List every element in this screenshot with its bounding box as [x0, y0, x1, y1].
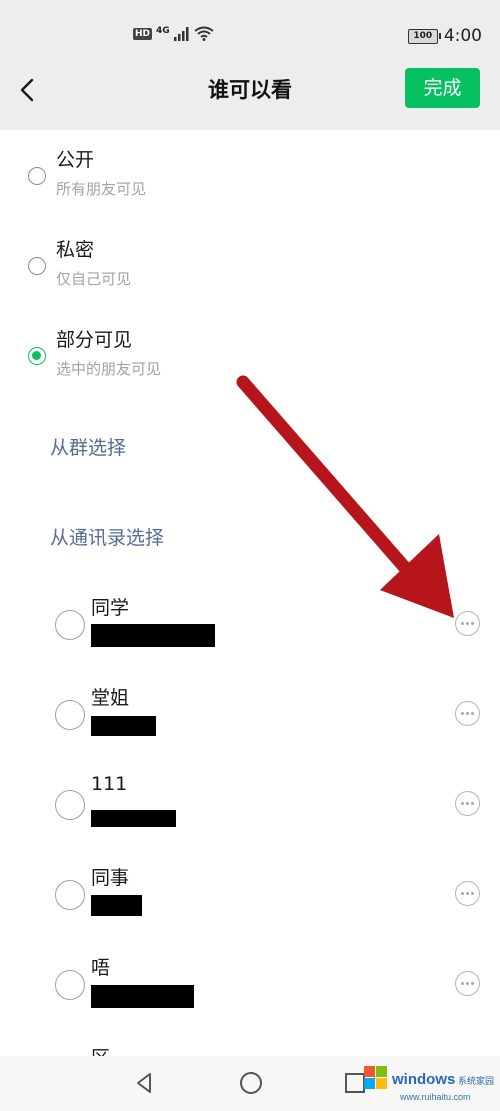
- visibility-settings-panel: 公开 所有朋友可见 私密 仅自己可见 部分可见 选中的朋友可见 从群选择 从通讯…: [0, 130, 500, 1056]
- more-options-icon[interactable]: [455, 611, 480, 636]
- select-from-group-link[interactable]: 从群选择: [50, 433, 126, 460]
- tag-name: 堂姐: [91, 687, 130, 709]
- list-item[interactable]: 唔: [0, 945, 500, 1035]
- option-subtitle: 选中的朋友可见: [56, 360, 162, 378]
- contact-radio[interactable]: [55, 790, 85, 820]
- list-item[interactable]: 同事: [0, 855, 500, 945]
- option-subtitle: 仅自己可见: [56, 270, 132, 288]
- battery-level: 100: [413, 30, 433, 41]
- contact-radio[interactable]: [55, 880, 85, 910]
- radio-private[interactable]: [28, 257, 46, 275]
- network-type: 4G: [156, 25, 170, 36]
- hd-badge: HD: [133, 27, 153, 40]
- battery-icon: 100: [407, 28, 441, 44]
- contact-radio[interactable]: [55, 970, 85, 1000]
- contact-radio[interactable]: [55, 610, 85, 640]
- wifi-icon: [194, 26, 214, 41]
- svg-text:www.ruihaitu.com: www.ruihaitu.com: [399, 1092, 471, 1102]
- redacted-members: [91, 716, 156, 736]
- option-partial[interactable]: 部分可见 选中的朋友可见: [0, 310, 500, 400]
- svg-text:windows: windows: [391, 1071, 455, 1088]
- option-private[interactable]: 私密 仅自己可见: [0, 220, 500, 310]
- list-item[interactable]: 堂姐: [0, 675, 500, 765]
- tag-name: 同事: [91, 867, 130, 889]
- more-options-icon[interactable]: [455, 701, 480, 726]
- tag-name: 111: [91, 773, 128, 795]
- option-title: 部分可见: [56, 329, 133, 351]
- watermark-logo: windows 系统家园 www.ruihaitu.com: [364, 1066, 494, 1102]
- tag-name: 同学: [91, 597, 130, 619]
- status-icons: HD 4G: [133, 26, 214, 41]
- option-subtitle: 所有朋友可见: [56, 180, 147, 198]
- redacted-members: [91, 985, 194, 1008]
- back-triangle-icon[interactable]: [130, 1068, 160, 1098]
- radio-partial-checked[interactable]: [28, 347, 46, 365]
- tag-name: 唔: [91, 957, 111, 979]
- tag-name: 区: [91, 1043, 110, 1056]
- select-from-contacts-link[interactable]: 从通讯录选择: [50, 523, 164, 550]
- redacted-members: [91, 895, 142, 916]
- contact-radio[interactable]: [55, 700, 85, 730]
- nav-bar: 谁可以看 完成: [0, 62, 500, 118]
- more-options-icon[interactable]: [455, 881, 480, 906]
- clock: 4:00: [443, 26, 482, 46]
- svg-text:系统家园: 系统家园: [458, 1075, 494, 1087]
- more-options-icon[interactable]: [455, 791, 480, 816]
- redacted-members: [91, 810, 176, 827]
- option-title: 私密: [56, 239, 95, 261]
- option-title: 公开: [56, 149, 95, 171]
- list-item[interactable]: 同学: [0, 585, 500, 675]
- list-item[interactable]: 111: [0, 765, 500, 855]
- status-bar: HD 4G 100 4:00: [0, 0, 500, 70]
- list-item[interactable]: 区: [0, 1035, 500, 1056]
- redacted-members: [91, 624, 215, 647]
- radio-public[interactable]: [28, 167, 46, 185]
- signal-icon: [173, 26, 189, 41]
- home-circle-icon[interactable]: [236, 1068, 266, 1098]
- more-options-icon[interactable]: [455, 971, 480, 996]
- done-button[interactable]: 完成: [405, 68, 480, 108]
- option-public[interactable]: 公开 所有朋友可见: [0, 130, 500, 220]
- right-status: 100 4:00: [407, 26, 482, 46]
